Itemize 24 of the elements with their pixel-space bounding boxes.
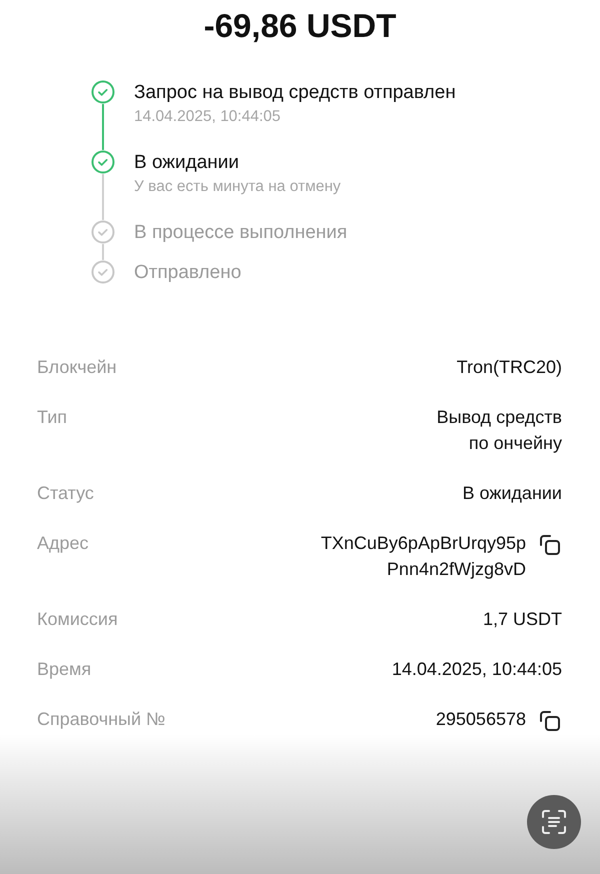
detail-label: Тип: [37, 406, 68, 429]
step-title: Запрос на вывод средств отправлен: [134, 81, 456, 105]
scan-text-icon: [540, 808, 568, 836]
detail-value: TXnCuBy6pApBrUrqy95p Pnn4n2fWjzg8vD: [320, 532, 526, 581]
detail-label: Статус: [37, 482, 94, 505]
detail-value: 14.04.2025, 10:44:05: [392, 658, 562, 681]
detail-label: Комиссия: [37, 608, 118, 631]
detail-label: Адрес: [37, 532, 89, 555]
detail-label: Блокчейн: [37, 356, 117, 379]
step-title: В ожидании: [134, 151, 240, 175]
detail-label: Время: [37, 658, 92, 681]
amount: -69,86 USDT: [202, 6, 398, 46]
step-title: Отправлено: [134, 261, 242, 285]
step-title: В процессе выполнения: [134, 221, 348, 245]
step-subtitle: 14.04.2025, 10:44:05: [134, 107, 282, 127]
detail-value: 295056578: [436, 708, 526, 731]
step-subtitle: У вас есть минута на отмену: [134, 177, 341, 197]
detail-value: 1,7 USDT: [482, 608, 562, 631]
copy-icon[interactable]: [538, 533, 562, 557]
copy-icon[interactable]: [538, 709, 562, 733]
detail-label: Справочный №: [37, 708, 166, 731]
detail-value: В ожидании: [462, 482, 562, 505]
detail-value: Вывод средств по ончейну: [436, 406, 562, 455]
detail-value: Tron(TRC20): [456, 356, 562, 379]
